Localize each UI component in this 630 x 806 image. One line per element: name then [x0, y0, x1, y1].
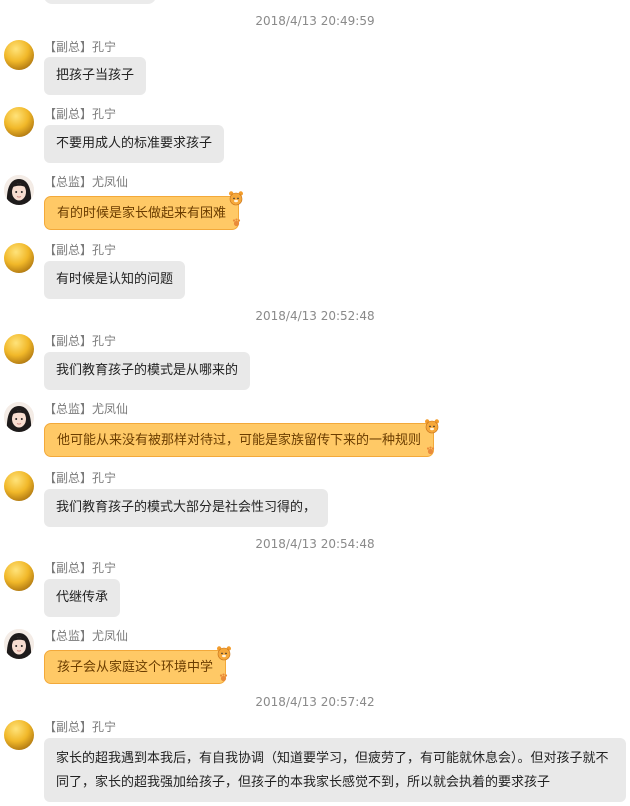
message-bubble[interactable]: 孩子会从家庭这个环境中学	[44, 650, 227, 684]
avatar-kong-icon[interactable]	[4, 471, 34, 501]
message-bubble[interactable]: 家长的超我遇到本我后，有自我协调（知道要学习，但疲劳了，有可能就休息会）。但对孩…	[44, 738, 626, 802]
timestamp: 2018/4/13 20:52:48	[255, 309, 375, 323]
avatar-kong-icon[interactable]	[4, 561, 34, 591]
avatar-you-icon[interactable]	[4, 175, 34, 205]
sender-name: 【副总】孔宁	[44, 107, 117, 121]
message-bubble[interactable]: 我们教育孩子的模式大部分是社会性习得的，	[44, 489, 329, 527]
message-bubble[interactable]: 代继传承	[44, 579, 121, 617]
sender-name: 【副总】孔宁	[44, 561, 117, 575]
sender-name: 【总监】尤凤仙	[44, 175, 129, 189]
paw-icon	[219, 673, 228, 682]
message-bubble[interactable]: 把孩子当孩子	[44, 57, 147, 95]
sender-name: 【总监】尤凤仙	[44, 402, 129, 416]
avatar-kong-icon[interactable]	[4, 243, 34, 273]
message-bubble[interactable]: 他可能从来没有被那样对待过，可能是家族留传下来的一种规则	[44, 423, 435, 457]
tiger-sticker-icon	[425, 419, 439, 434]
avatar-kong-icon[interactable]	[4, 107, 34, 137]
avatar-you-icon[interactable]	[4, 402, 34, 432]
avatar-kong-icon[interactable]	[4, 334, 34, 364]
sender-name: 【副总】孔宁	[44, 720, 117, 734]
message-bubble[interactable]: 有的时候是家长做起来有困难	[44, 196, 240, 230]
tiger-sticker-icon	[217, 646, 231, 661]
message-bubble[interactable]: 我们教育孩子的模式是从哪来的	[44, 352, 251, 390]
previous-message-bubble-fragment	[44, 0, 156, 4]
sender-name: 【副总】孔宁	[44, 243, 117, 257]
avatar-kong-icon[interactable]	[4, 40, 34, 70]
paw-icon	[232, 218, 241, 227]
timestamp: 2018/4/13 20:57:42	[255, 695, 375, 709]
sender-name: 【副总】孔宁	[44, 334, 117, 348]
avatar-you-icon[interactable]	[4, 629, 34, 659]
timestamp: 2018/4/13 20:54:48	[255, 537, 375, 551]
message-bubble[interactable]: 不要用成人的标准要求孩子	[44, 125, 225, 163]
sender-name: 【副总】孔宁	[44, 40, 117, 54]
sender-name: 【副总】孔宁	[44, 471, 117, 485]
message-bubble[interactable]: 有时候是认知的问题	[44, 261, 186, 299]
timestamp: 2018/4/13 20:49:59	[255, 14, 375, 28]
sender-name: 【总监】尤凤仙	[44, 629, 129, 643]
paw-icon	[426, 446, 435, 455]
tiger-sticker-icon	[229, 191, 243, 206]
avatar-kong-icon[interactable]	[4, 720, 34, 750]
